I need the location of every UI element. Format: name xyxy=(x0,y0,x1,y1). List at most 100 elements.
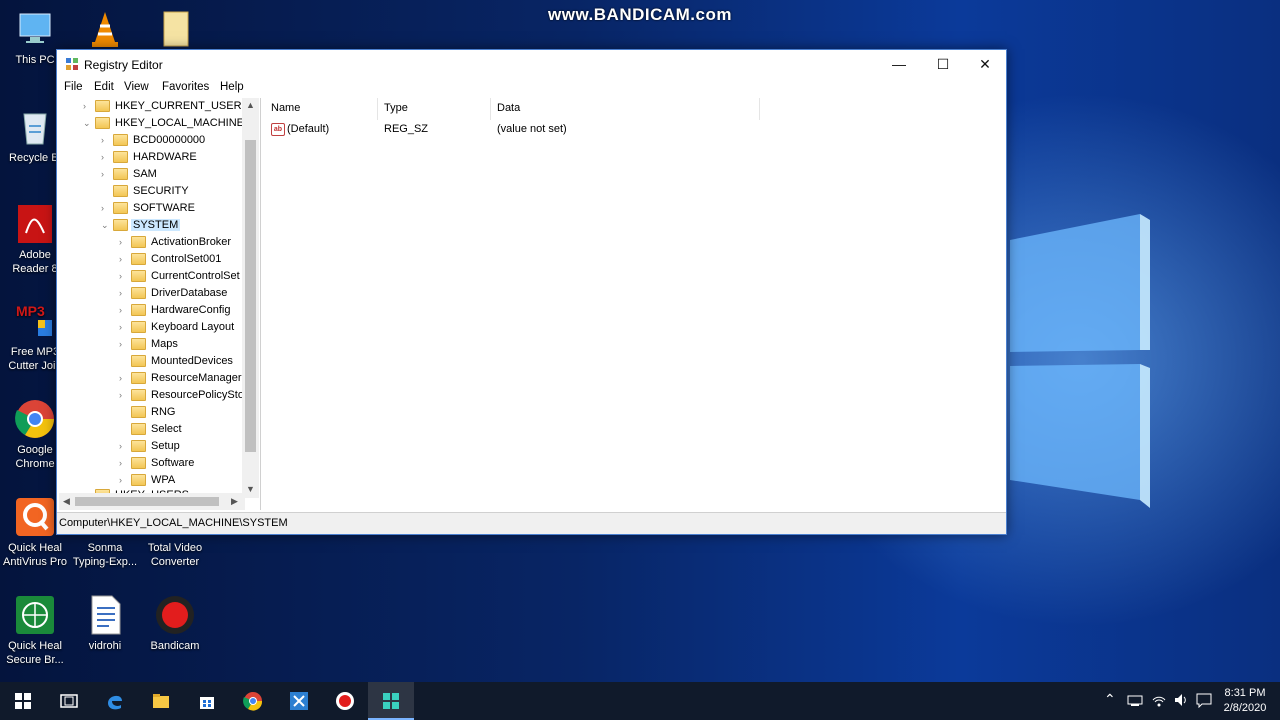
values-list[interactable]: Name Type Data ab (Default) REG_SZ (valu… xyxy=(265,98,1005,510)
bandicam-desktop-icon[interactable]: Bandicam xyxy=(140,594,210,653)
quick-heal-secure-browser-desktop-icon[interactable]: Quick Heal Secure Br... xyxy=(0,594,70,667)
tree-item-label: MountedDevices xyxy=(151,355,233,367)
taskbar-file-explorer[interactable] xyxy=(138,682,184,720)
task-view-button[interactable] xyxy=(46,682,92,720)
chevron-right-icon[interactable]: › xyxy=(83,101,93,111)
scroll-left-arrow-icon[interactable]: ◀ xyxy=(63,496,70,507)
chevron-right-icon[interactable]: › xyxy=(101,135,111,145)
scrollbar-thumb[interactable] xyxy=(75,497,219,506)
tree-horizontal-scrollbar[interactable]: ◀ ▶ xyxy=(59,493,245,510)
volume-icon[interactable] xyxy=(1173,692,1189,720)
wifi-icon[interactable] xyxy=(1151,692,1167,720)
column-header-data[interactable]: Data xyxy=(497,102,520,114)
tree-item-label: SECURITY xyxy=(133,185,189,197)
folder-icon xyxy=(131,270,146,282)
tree-item-label: RNG xyxy=(151,406,176,418)
vlc-desktop-icon[interactable] xyxy=(70,8,140,53)
chevron-right-icon[interactable]: › xyxy=(119,288,129,298)
chevron-right-icon[interactable]: › xyxy=(119,271,129,281)
chevron-right-icon[interactable]: › xyxy=(119,254,129,264)
chevron-right-icon[interactable]: › xyxy=(119,339,129,349)
title-bar[interactable]: Registry Editor — ☐ ✕ xyxy=(57,50,1006,78)
menu-help[interactable]: Help xyxy=(220,81,244,93)
chevron-right-icon[interactable]: › xyxy=(119,475,129,485)
minimize-button[interactable]: — xyxy=(877,50,921,78)
taskbar-edge[interactable] xyxy=(92,682,138,720)
status-bar: Computer\HKEY_LOCAL_MACHINE\SYSTEM xyxy=(57,512,1006,534)
desktop-icon-label: Quick Heal Secure Br... xyxy=(6,640,64,666)
tree-item-label: SYSTEM xyxy=(131,219,181,231)
chevron-right-icon[interactable]: › xyxy=(119,458,129,468)
tree-item-label: ActivationBroker xyxy=(151,236,232,248)
recycle-bin-icon xyxy=(14,106,56,148)
network-device-icon[interactable] xyxy=(1127,692,1143,720)
secure-browser-icon xyxy=(14,594,56,636)
folder-icon xyxy=(131,389,146,401)
tree-item-label: ResourceManager xyxy=(151,372,242,384)
start-button[interactable] xyxy=(0,682,46,720)
chevron-right-icon[interactable]: › xyxy=(101,203,111,213)
chevron-right-icon[interactable]: › xyxy=(119,305,129,315)
adobe-reader-icon xyxy=(14,203,56,245)
tree-item-label: SOFTWARE xyxy=(133,202,195,214)
tree-item-label: ResourcePolicySto xyxy=(151,389,244,401)
taskbar-clock[interactable]: 8:31 PM 2/8/2020 xyxy=(1218,686,1272,716)
scrollbar-thumb[interactable] xyxy=(245,140,256,452)
vidrohi-desktop-icon[interactable]: vidrohi xyxy=(70,594,140,653)
folder-icon xyxy=(113,202,128,214)
tree-item-label: HKEY_CURRENT_USER xyxy=(115,100,242,112)
folder-icon xyxy=(113,168,128,180)
tree-item-label: BCD00000000 xyxy=(133,134,206,146)
chevron-right-icon[interactable]: › xyxy=(101,152,111,162)
tree-vertical-scrollbar[interactable]: ▲ ▼ xyxy=(242,98,259,498)
taskbar-registry-editor[interactable] xyxy=(368,682,414,720)
column-divider[interactable] xyxy=(759,98,760,120)
folder-icon xyxy=(113,134,128,146)
taskbar-snipping-tool[interactable] xyxy=(276,682,322,720)
chrome-icon xyxy=(14,398,56,440)
taskbar-bandicam[interactable] xyxy=(322,682,368,720)
chevron-right-icon[interactable]: › xyxy=(119,390,129,400)
desktop-icon-label: Sonma Typing-Exp... xyxy=(72,542,138,568)
value-name: (Default) xyxy=(287,123,330,135)
folder-icon xyxy=(131,474,146,486)
taskbar-store[interactable] xyxy=(184,682,230,720)
action-center-icon[interactable] xyxy=(1196,692,1212,720)
chevron-down-icon[interactable]: ⌄ xyxy=(101,220,111,231)
document-icon xyxy=(84,594,126,636)
column-divider[interactable] xyxy=(490,98,491,120)
folder-desktop-icon[interactable] xyxy=(140,8,210,53)
folder-icon xyxy=(113,185,128,197)
chevron-down-icon[interactable]: ⌄ xyxy=(83,118,93,129)
clock-date: 2/8/2020 xyxy=(1223,702,1267,714)
column-divider[interactable] xyxy=(377,98,378,120)
registry-editor-icon xyxy=(383,693,399,709)
taskbar-chrome[interactable] xyxy=(230,682,276,720)
close-button[interactable]: ✕ xyxy=(963,50,1007,78)
maximize-button[interactable]: ☐ xyxy=(921,50,965,78)
chevron-right-icon[interactable]: › xyxy=(119,322,129,332)
column-header-type[interactable]: Type xyxy=(384,102,408,114)
folder-icon xyxy=(131,338,146,350)
scroll-right-arrow-icon[interactable]: ▶ xyxy=(231,496,238,507)
chevron-right-icon[interactable]: › xyxy=(101,169,111,179)
menu-view[interactable]: View xyxy=(124,81,149,93)
chevron-right-icon[interactable]: › xyxy=(119,373,129,383)
menu-favorites[interactable]: Favorites xyxy=(162,81,209,93)
scroll-down-arrow-icon[interactable]: ▼ xyxy=(246,484,255,494)
menu-edit[interactable]: Edit xyxy=(94,81,114,93)
scroll-up-arrow-icon[interactable]: ▲ xyxy=(246,100,255,110)
column-header-name[interactable]: Name xyxy=(271,102,300,114)
menu-file[interactable]: File xyxy=(64,81,83,93)
folder-icon xyxy=(131,440,146,452)
folder-icon xyxy=(131,457,146,469)
folder-icon xyxy=(131,287,146,299)
taskbar: ⌃ 8:31 PM 2/8/2020 xyxy=(0,682,1280,720)
bandicam-icon xyxy=(154,594,196,636)
registry-tree[interactable]: › HKEY_CURRENT_USER ⌄ HKEY_LOCAL_MACHINE ›… xyxy=(59,98,261,510)
store-bag-icon xyxy=(200,697,214,709)
chevron-right-icon[interactable]: › xyxy=(119,441,129,451)
chevron-right-icon[interactable]: › xyxy=(119,237,129,247)
desktop-icon-label: vidrohi xyxy=(88,640,122,652)
show-hidden-icons-chevron-icon[interactable]: ⌃ xyxy=(1104,691,1116,720)
